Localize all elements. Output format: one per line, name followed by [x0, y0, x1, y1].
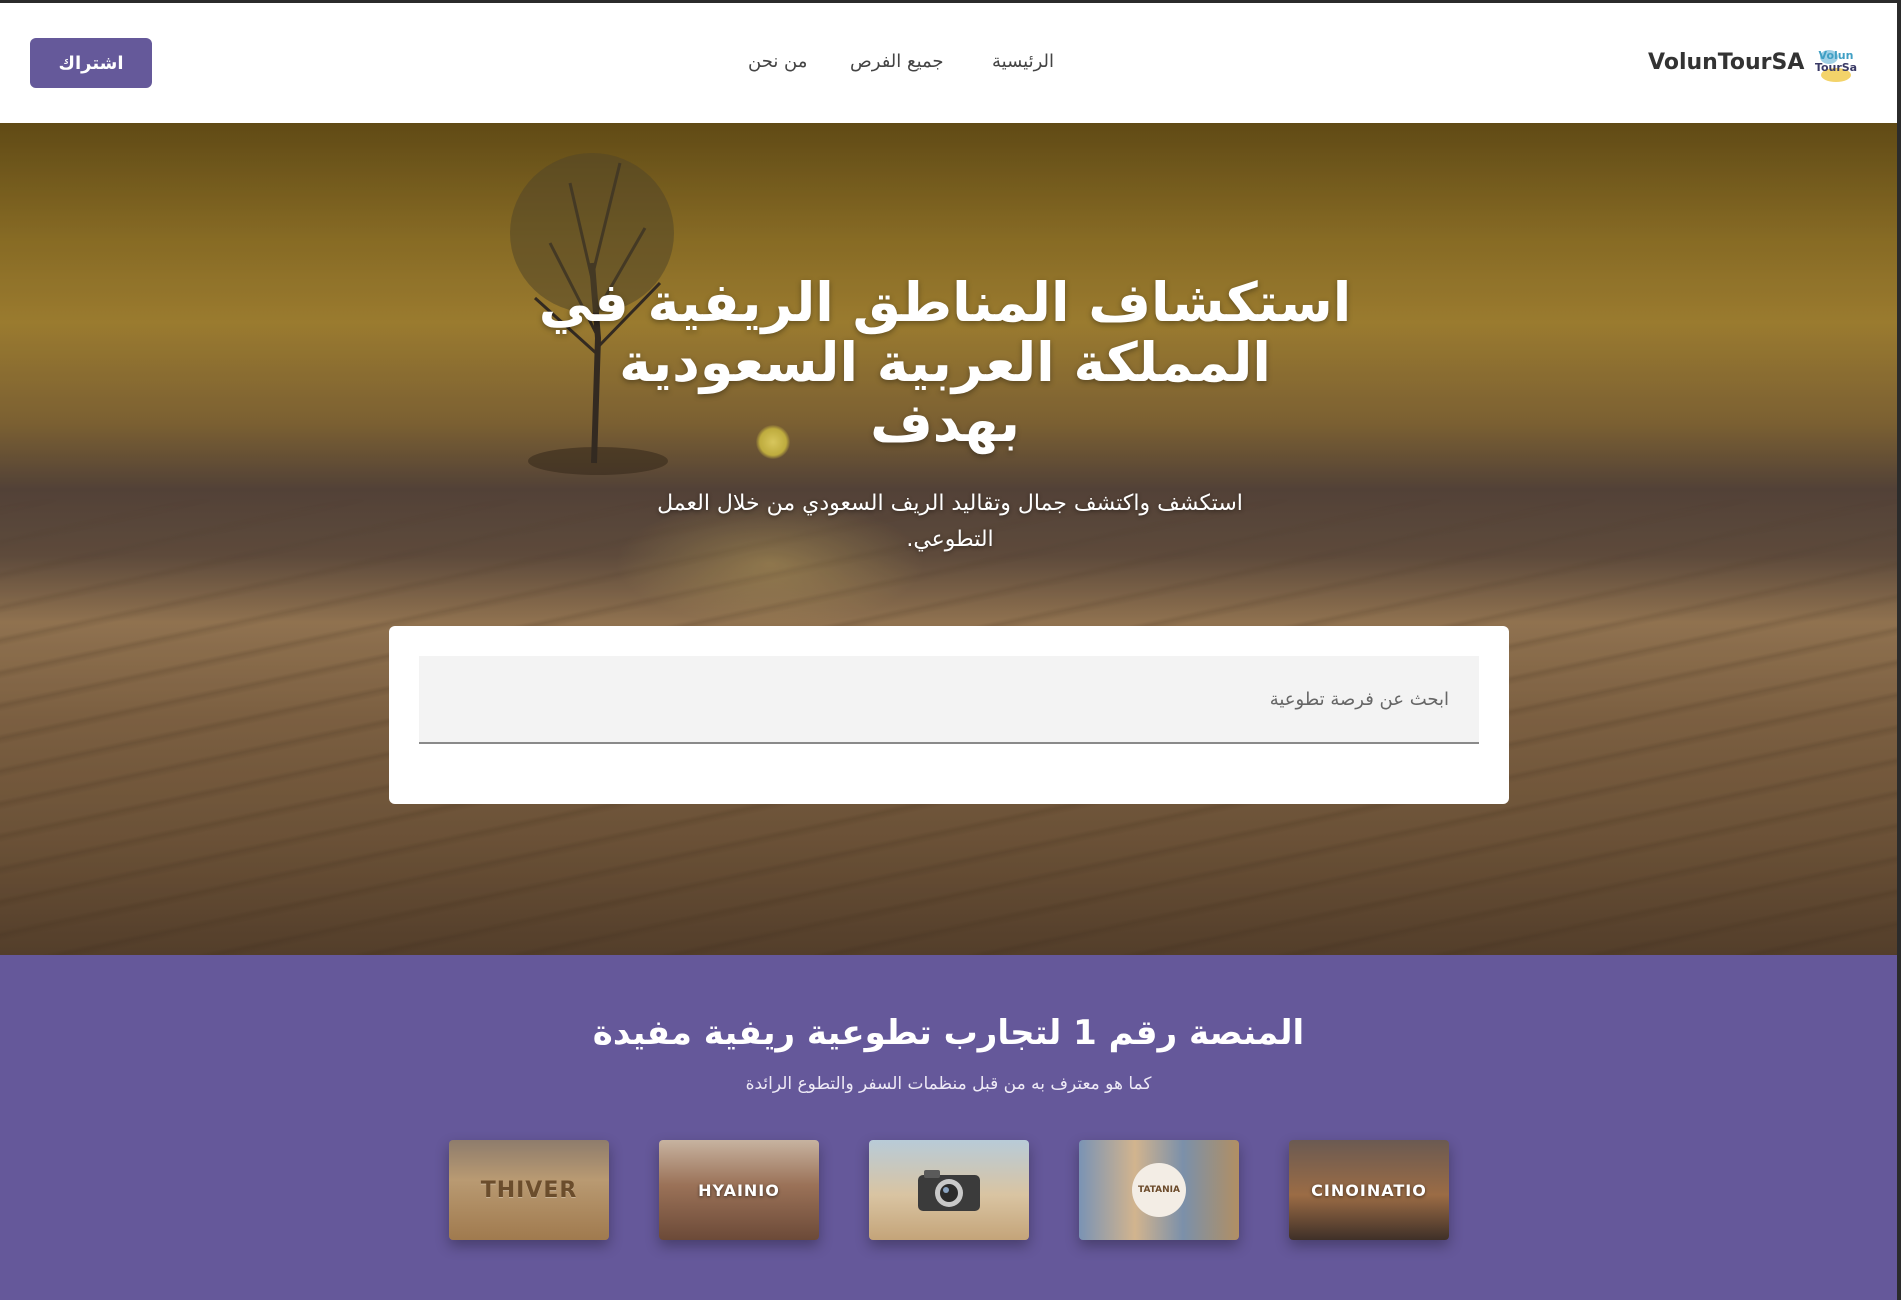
- hero-subtitle: استكشف واكتشف جمال وتقاليد الريف السعودي…: [657, 491, 1243, 552]
- hero-title-line3: بهدف: [870, 391, 1020, 454]
- hero-title-line1: استكشاف المناطق الريفية في: [538, 271, 1352, 334]
- brand-name[interactable]: VolunTourSA: [1648, 50, 1804, 75]
- nav-link-about[interactable]: من نحن: [748, 51, 807, 72]
- partner-logo-cinoinatio[interactable]: CINOINATIO: [1289, 1140, 1449, 1240]
- partner-logo-hyainio[interactable]: HYAINIO: [659, 1140, 819, 1240]
- search-card: [389, 626, 1509, 804]
- partner-name: HYAINIO: [698, 1180, 780, 1200]
- main-nav: من نحن جميع الفرص الرئيسية: [0, 51, 1897, 81]
- nav-link-home[interactable]: الرئيسية: [992, 51, 1054, 72]
- partner-logo-thiver[interactable]: THIVER: [449, 1140, 609, 1240]
- search-input[interactable]: [419, 656, 1479, 744]
- partner-name: CINOINATIO: [1311, 1180, 1427, 1200]
- hero-title: استكشاف المناطق الريفية في المملكة العرب…: [520, 273, 1370, 453]
- site-header: اشتراك من نحن جميع الفرص الرئيسية VolunT…: [0, 3, 1897, 123]
- partners-subtitle: كما هو معترف به من قبل منظمات السفر والت…: [745, 1074, 1152, 1094]
- partner-name: THIVER: [480, 1177, 578, 1203]
- hero-section: استكشاف المناطق الريفية في المملكة العرب…: [0, 123, 1897, 955]
- nav-link-all-opportunities[interactable]: جميع الفرص: [850, 51, 944, 72]
- camera-icon: [918, 1170, 980, 1211]
- partner-badge: TATANIA: [1132, 1163, 1186, 1217]
- partner-logo-tatania[interactable]: TATANIA: [1079, 1140, 1239, 1240]
- partner-name: TATANIA: [1138, 1185, 1180, 1195]
- logo-text-bottom: TourSa: [1815, 61, 1857, 74]
- partners-title: المنصة رقم 1 لتجارب تطوعية ريفية مفيدة: [592, 1013, 1305, 1053]
- partners-section: المنصة رقم 1 لتجارب تطوعية ريفية مفيدة ك…: [0, 955, 1897, 1300]
- partner-logos: THIVER HYAINIO TATANIA CINOINATIO: [0, 1140, 1897, 1240]
- brand-logo-icon[interactable]: Volun TourSa: [1815, 45, 1857, 85]
- partner-logo-camera[interactable]: [869, 1140, 1029, 1240]
- hero-title-line2: المملكة العربية السعودية: [619, 331, 1271, 394]
- window-right-border: [1897, 0, 1901, 1300]
